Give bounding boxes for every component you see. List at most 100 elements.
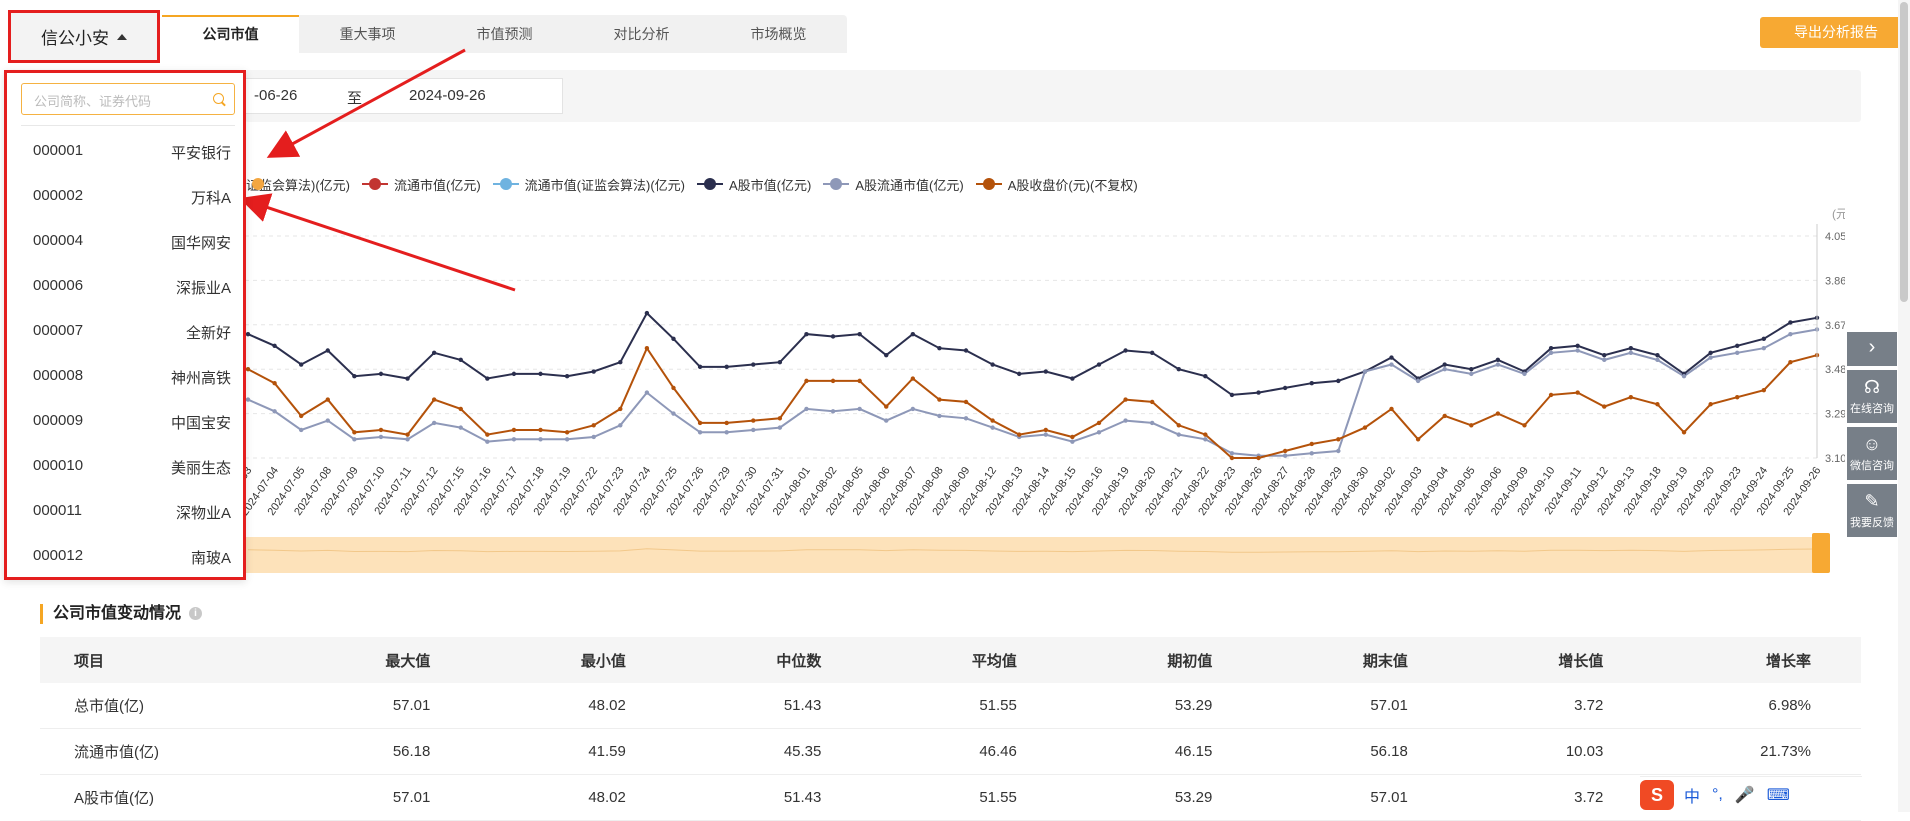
section-title: 公司市值变动情况 i [40, 604, 203, 624]
ime-logo-icon[interactable]: S [1640, 780, 1674, 810]
company-name: 万科A [190, 190, 231, 207]
table-cell: 41.59 [480, 728, 676, 775]
company-list: 000001 平安银行 000002 万科A 000004 国华网安 000006 深振… [7, 128, 243, 578]
company-code: 000007 [33, 322, 84, 339]
company-list-item[interactable]: 000012 南玻A [7, 533, 243, 578]
ime-punctuation-toggle[interactable]: °, [1712, 786, 1723, 804]
company-list-item[interactable]: 000006 深振业A [7, 263, 243, 308]
company-list-item[interactable]: 000009 中国宝安 [7, 398, 243, 443]
company-search-box[interactable] [21, 83, 235, 115]
company-code: 000010 [33, 457, 84, 474]
company-list-item[interactable]: 000004 国华网安 [7, 218, 243, 263]
annotation-arrow [266, 48, 466, 158]
column-header: 最大值 [284, 637, 481, 683]
column-header: 期末值 [1262, 637, 1458, 683]
market-value-stats-table: 项目 最大值 最小值 中位数 平均值 期初值 期末值 增长值 增长率 总市值(亿… [40, 637, 1861, 821]
section-title-text: 公司市值变动情况 [53, 605, 182, 622]
company-code: 000011 [33, 502, 82, 519]
company-code: 000001 [33, 142, 84, 159]
company-name: 平安银行 [170, 145, 231, 162]
feedback-button[interactable]: ✎ 我要反馈 [1847, 484, 1897, 537]
table-cell: 6.98% [1653, 683, 1861, 729]
company-list-item[interactable]: 000008 神州高铁 [7, 353, 243, 398]
table-row: A股市值(亿) 57.01 48.02 51.43 51.55 53.29 57… [40, 774, 1861, 821]
company-list-item[interactable]: 000007 全新好 [7, 308, 243, 353]
company-name: 神州高铁 [170, 370, 231, 387]
company-code: 000002 [33, 187, 84, 204]
chevron-right-icon: › [1868, 336, 1876, 358]
company-list-item[interactable]: 000001 平安银行 [7, 128, 243, 173]
company-code: 000008 [33, 367, 84, 384]
annotation-arrow [239, 193, 516, 292]
company-dropdown: 000001 平安银行 000002 万科A 000004 国华网安 000006 深振… [4, 70, 246, 580]
edit-icon: ✎ [1864, 491, 1880, 511]
online-consult-button[interactable]: ☊ 在线咨询 [1847, 370, 1897, 423]
column-header: 最小值 [480, 637, 676, 683]
table-cell: 51.55 [871, 774, 1067, 821]
table-row: 流通市值(亿) 56.18 41.59 45.35 46.46 46.15 56… [40, 728, 1861, 775]
table-cell: 51.43 [675, 774, 872, 821]
company-code: 000009 [33, 412, 84, 429]
company-name: 中国宝安 [170, 415, 231, 432]
side-button-label: 在线咨询 [1850, 403, 1894, 415]
company-name: 美丽生态 [170, 460, 231, 477]
company-name: 全新好 [185, 325, 231, 342]
table-cell: 3.72 [1457, 683, 1654, 729]
table-cell: 53.29 [1066, 774, 1263, 821]
table-cell: 46.15 [1066, 728, 1263, 775]
table-cell: 51.43 [675, 683, 872, 729]
side-toolbar: › ☊ 在线咨询 ☺ 微信咨询 ✎ 我要反馈 [1847, 332, 1897, 541]
company-code: 000012 [33, 547, 84, 564]
scrollbar-thumb[interactable] [1900, 2, 1908, 302]
company-name: 南玻A [190, 550, 231, 567]
table-cell: 总市值(亿) [40, 683, 285, 729]
table-cell: 45.35 [675, 728, 872, 775]
wechat-icon: ☺ [1862, 434, 1882, 454]
wechat-consult-button[interactable]: ☺ 微信咨询 [1847, 427, 1897, 480]
table-cell: 56.18 [1262, 728, 1458, 775]
microphone-icon[interactable]: 🎤 [1735, 785, 1755, 805]
ime-toolbar: S 中 °, 🎤 ⌨ [1640, 776, 1862, 813]
info-icon[interactable]: i [189, 607, 203, 621]
company-search-input[interactable] [32, 90, 206, 112]
company-name: 深物业A [175, 505, 231, 522]
table-cell: 46.46 [871, 728, 1067, 775]
table-cell: 57.01 [1262, 774, 1458, 821]
table-cell: 57.01 [284, 774, 481, 821]
company-code: 000004 [33, 232, 84, 249]
table-cell: 56.18 [284, 728, 481, 775]
company-code: 000006 [33, 277, 84, 294]
keyboard-icon[interactable]: ⌨ [1767, 785, 1790, 805]
search-icon[interactable] [213, 93, 224, 104]
ime-mode-toggle[interactable]: 中 [1684, 783, 1700, 807]
table-cell: 48.02 [480, 683, 676, 729]
side-button-label: 我要反馈 [1850, 517, 1894, 529]
company-list-item[interactable]: 000010 美丽生态 [7, 443, 243, 488]
table-cell: 51.55 [871, 683, 1067, 729]
table-cell: 3.72 [1457, 774, 1654, 821]
company-list-item[interactable]: 000002 万科A [7, 173, 243, 218]
table-cell: 流通市值(亿) [40, 728, 285, 775]
table-cell: 21.73% [1653, 728, 1861, 775]
table-header-row: 项目 最大值 最小值 中位数 平均值 期初值 期末值 增长值 增长率 [40, 637, 1861, 683]
company-list-item[interactable]: 000011 深物业A [7, 488, 243, 533]
headset-icon: ☊ [1864, 377, 1880, 397]
company-name: 深振业A [175, 280, 231, 297]
column-header: 项目 [40, 637, 285, 683]
table-cell: 10.03 [1457, 728, 1654, 775]
side-collapse-button[interactable]: › [1847, 332, 1897, 366]
column-header: 中位数 [675, 637, 872, 683]
dropdown-divider [21, 125, 235, 126]
table-row: 总市值(亿) 57.01 48.02 51.43 51.55 53.29 57.… [40, 683, 1861, 729]
page-scrollbar[interactable] [1898, 0, 1910, 812]
column-header: 平均值 [871, 637, 1067, 683]
table-cell: 57.01 [1262, 683, 1458, 729]
column-header: 期初值 [1066, 637, 1263, 683]
side-button-label: 微信咨询 [1850, 460, 1894, 472]
company-name: 国华网安 [170, 235, 231, 252]
table-cell: 57.01 [284, 683, 481, 729]
column-header: 增长值 [1457, 637, 1654, 683]
column-header: 增长率 [1653, 637, 1861, 683]
table-cell: 53.29 [1066, 683, 1263, 729]
table-cell: 48.02 [480, 774, 676, 821]
